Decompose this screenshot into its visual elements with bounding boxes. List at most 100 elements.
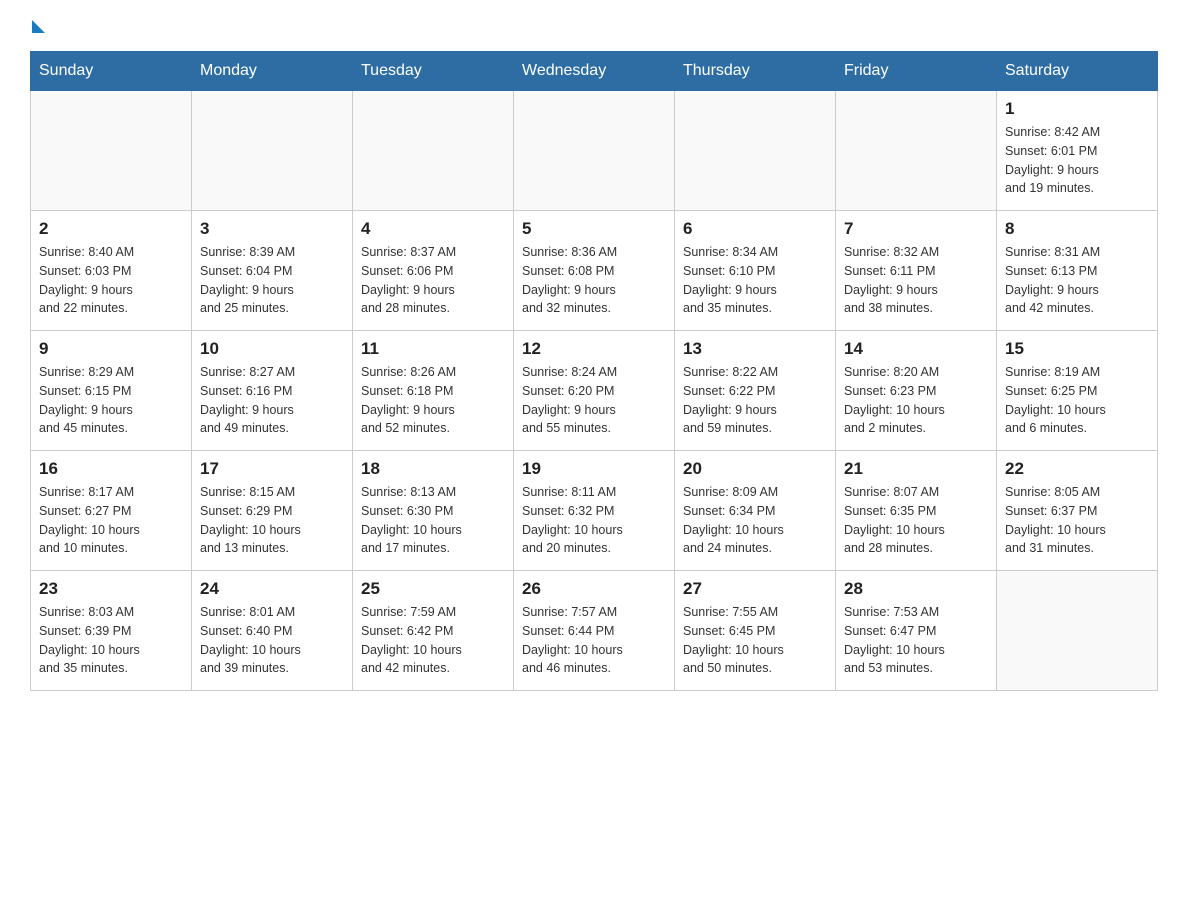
day-number: 18: [361, 459, 505, 479]
calendar-table: SundayMondayTuesdayWednesdayThursdayFrid…: [30, 51, 1158, 691]
sun-info: Sunrise: 8:19 AM Sunset: 6:25 PM Dayligh…: [1005, 363, 1149, 438]
logo: [30, 20, 74, 31]
calendar-day-header: Tuesday: [353, 52, 514, 91]
sun-info: Sunrise: 8:42 AM Sunset: 6:01 PM Dayligh…: [1005, 123, 1149, 198]
calendar-day-cell: 4 Sunrise: 8:37 AM Sunset: 6:06 PM Daylig…: [353, 211, 514, 331]
calendar-day-cell: 15 Sunrise: 8:19 AM Sunset: 6:25 PM Dayli…: [997, 331, 1158, 451]
logo-arrow-icon: [32, 20, 45, 33]
sun-info: Sunrise: 8:20 AM Sunset: 6:23 PM Dayligh…: [844, 363, 988, 438]
calendar-day-cell: [836, 91, 997, 211]
sun-info: Sunrise: 8:36 AM Sunset: 6:08 PM Dayligh…: [522, 243, 666, 318]
sun-info: Sunrise: 8:22 AM Sunset: 6:22 PM Dayligh…: [683, 363, 827, 438]
calendar-day-cell: 6 Sunrise: 8:34 AM Sunset: 6:10 PM Daylig…: [675, 211, 836, 331]
sun-info: Sunrise: 7:59 AM Sunset: 6:42 PM Dayligh…: [361, 603, 505, 678]
sun-info: Sunrise: 8:07 AM Sunset: 6:35 PM Dayligh…: [844, 483, 988, 558]
calendar-day-cell: 25 Sunrise: 7:59 AM Sunset: 6:42 PM Dayli…: [353, 571, 514, 691]
calendar-day-cell: 18 Sunrise: 8:13 AM Sunset: 6:30 PM Dayli…: [353, 451, 514, 571]
calendar-day-cell: 1Sunrise: 8:42 AM Sunset: 6:01 PM Daylig…: [997, 91, 1158, 211]
sun-info: Sunrise: 8:01 AM Sunset: 6:40 PM Dayligh…: [200, 603, 344, 678]
sun-info: Sunrise: 8:40 AM Sunset: 6:03 PM Dayligh…: [39, 243, 183, 318]
sun-info: Sunrise: 8:13 AM Sunset: 6:30 PM Dayligh…: [361, 483, 505, 558]
calendar-day-cell: 11 Sunrise: 8:26 AM Sunset: 6:18 PM Dayli…: [353, 331, 514, 451]
calendar-day-cell: 3 Sunrise: 8:39 AM Sunset: 6:04 PM Daylig…: [192, 211, 353, 331]
sun-info: Sunrise: 8:11 AM Sunset: 6:32 PM Dayligh…: [522, 483, 666, 558]
calendar-day-cell: 28 Sunrise: 7:53 AM Sunset: 6:47 PM Dayli…: [836, 571, 997, 691]
day-number: 20: [683, 459, 827, 479]
sun-info: Sunrise: 8:34 AM Sunset: 6:10 PM Dayligh…: [683, 243, 827, 318]
day-number: 2: [39, 219, 183, 239]
page-header: [30, 20, 1158, 31]
day-number: 22: [1005, 459, 1149, 479]
calendar-day-header: Wednesday: [514, 52, 675, 91]
sun-info: Sunrise: 8:17 AM Sunset: 6:27 PM Dayligh…: [39, 483, 183, 558]
day-number: 9: [39, 339, 183, 359]
sun-info: Sunrise: 8:26 AM Sunset: 6:18 PM Dayligh…: [361, 363, 505, 438]
day-number: 27: [683, 579, 827, 599]
calendar-day-cell: [514, 91, 675, 211]
day-number: 12: [522, 339, 666, 359]
sun-info: Sunrise: 8:37 AM Sunset: 6:06 PM Dayligh…: [361, 243, 505, 318]
calendar-day-cell: [675, 91, 836, 211]
calendar-day-cell: 12 Sunrise: 8:24 AM Sunset: 6:20 PM Dayli…: [514, 331, 675, 451]
day-number: 16: [39, 459, 183, 479]
calendar-day-cell: 27 Sunrise: 7:55 AM Sunset: 6:45 PM Dayli…: [675, 571, 836, 691]
sun-info: Sunrise: 8:27 AM Sunset: 6:16 PM Dayligh…: [200, 363, 344, 438]
sun-info: Sunrise: 8:24 AM Sunset: 6:20 PM Dayligh…: [522, 363, 666, 438]
calendar-day-header: Saturday: [997, 52, 1158, 91]
calendar-day-cell: [192, 91, 353, 211]
calendar-day-cell: 13Sunrise: 8:22 AM Sunset: 6:22 PM Dayli…: [675, 331, 836, 451]
day-number: 3: [200, 219, 344, 239]
calendar-week-row: 16 Sunrise: 8:17 AM Sunset: 6:27 PM Dayli…: [31, 451, 1158, 571]
calendar-day-cell: 8 Sunrise: 8:31 AM Sunset: 6:13 PM Daylig…: [997, 211, 1158, 331]
sun-info: Sunrise: 8:32 AM Sunset: 6:11 PM Dayligh…: [844, 243, 988, 318]
calendar-day-header: Sunday: [31, 52, 192, 91]
calendar-day-cell: 7 Sunrise: 8:32 AM Sunset: 6:11 PM Daylig…: [836, 211, 997, 331]
day-number: 21: [844, 459, 988, 479]
sun-info: Sunrise: 8:03 AM Sunset: 6:39 PM Dayligh…: [39, 603, 183, 678]
calendar-day-cell: 9 Sunrise: 8:29 AM Sunset: 6:15 PM Daylig…: [31, 331, 192, 451]
calendar-day-cell: 14 Sunrise: 8:20 AM Sunset: 6:23 PM Dayli…: [836, 331, 997, 451]
calendar-day-cell: 20 Sunrise: 8:09 AM Sunset: 6:34 PM Dayli…: [675, 451, 836, 571]
calendar-day-cell: 17 Sunrise: 8:15 AM Sunset: 6:29 PM Dayli…: [192, 451, 353, 571]
calendar-day-cell: 23 Sunrise: 8:03 AM Sunset: 6:39 PM Dayli…: [31, 571, 192, 691]
calendar-day-cell: 22Sunrise: 8:05 AM Sunset: 6:37 PM Dayli…: [997, 451, 1158, 571]
day-number: 6: [683, 219, 827, 239]
day-number: 23: [39, 579, 183, 599]
sun-info: Sunrise: 8:09 AM Sunset: 6:34 PM Dayligh…: [683, 483, 827, 558]
calendar-day-cell: [997, 571, 1158, 691]
day-number: 11: [361, 339, 505, 359]
calendar-day-cell: 10 Sunrise: 8:27 AM Sunset: 6:16 PM Dayli…: [192, 331, 353, 451]
calendar-week-row: 1Sunrise: 8:42 AM Sunset: 6:01 PM Daylig…: [31, 91, 1158, 211]
calendar-day-cell: 26 Sunrise: 7:57 AM Sunset: 6:44 PM Dayli…: [514, 571, 675, 691]
day-number: 5: [522, 219, 666, 239]
calendar-day-cell: 16 Sunrise: 8:17 AM Sunset: 6:27 PM Dayli…: [31, 451, 192, 571]
day-number: 10: [200, 339, 344, 359]
sun-info: Sunrise: 8:15 AM Sunset: 6:29 PM Dayligh…: [200, 483, 344, 558]
day-number: 25: [361, 579, 505, 599]
day-number: 26: [522, 579, 666, 599]
day-number: 28: [844, 579, 988, 599]
day-number: 15: [1005, 339, 1149, 359]
calendar-day-header: Friday: [836, 52, 997, 91]
calendar-header-row: SundayMondayTuesdayWednesdayThursdayFrid…: [31, 52, 1158, 91]
day-number: 8: [1005, 219, 1149, 239]
calendar-day-header: Thursday: [675, 52, 836, 91]
sun-info: Sunrise: 7:57 AM Sunset: 6:44 PM Dayligh…: [522, 603, 666, 678]
day-number: 7: [844, 219, 988, 239]
calendar-day-header: Monday: [192, 52, 353, 91]
sun-info: Sunrise: 8:29 AM Sunset: 6:15 PM Dayligh…: [39, 363, 183, 438]
calendar-week-row: 9 Sunrise: 8:29 AM Sunset: 6:15 PM Daylig…: [31, 331, 1158, 451]
calendar-week-row: 23 Sunrise: 8:03 AM Sunset: 6:39 PM Dayli…: [31, 571, 1158, 691]
sun-info: Sunrise: 7:55 AM Sunset: 6:45 PM Dayligh…: [683, 603, 827, 678]
day-number: 17: [200, 459, 344, 479]
day-number: 14: [844, 339, 988, 359]
calendar-day-cell: 19 Sunrise: 8:11 AM Sunset: 6:32 PM Dayli…: [514, 451, 675, 571]
sun-info: Sunrise: 7:53 AM Sunset: 6:47 PM Dayligh…: [844, 603, 988, 678]
day-number: 19: [522, 459, 666, 479]
sun-info: Sunrise: 8:31 AM Sunset: 6:13 PM Dayligh…: [1005, 243, 1149, 318]
calendar-week-row: 2 Sunrise: 8:40 AM Sunset: 6:03 PM Daylig…: [31, 211, 1158, 331]
sun-info: Sunrise: 8:39 AM Sunset: 6:04 PM Dayligh…: [200, 243, 344, 318]
day-number: 4: [361, 219, 505, 239]
calendar-day-cell: [31, 91, 192, 211]
calendar-day-cell: 21 Sunrise: 8:07 AM Sunset: 6:35 PM Dayli…: [836, 451, 997, 571]
